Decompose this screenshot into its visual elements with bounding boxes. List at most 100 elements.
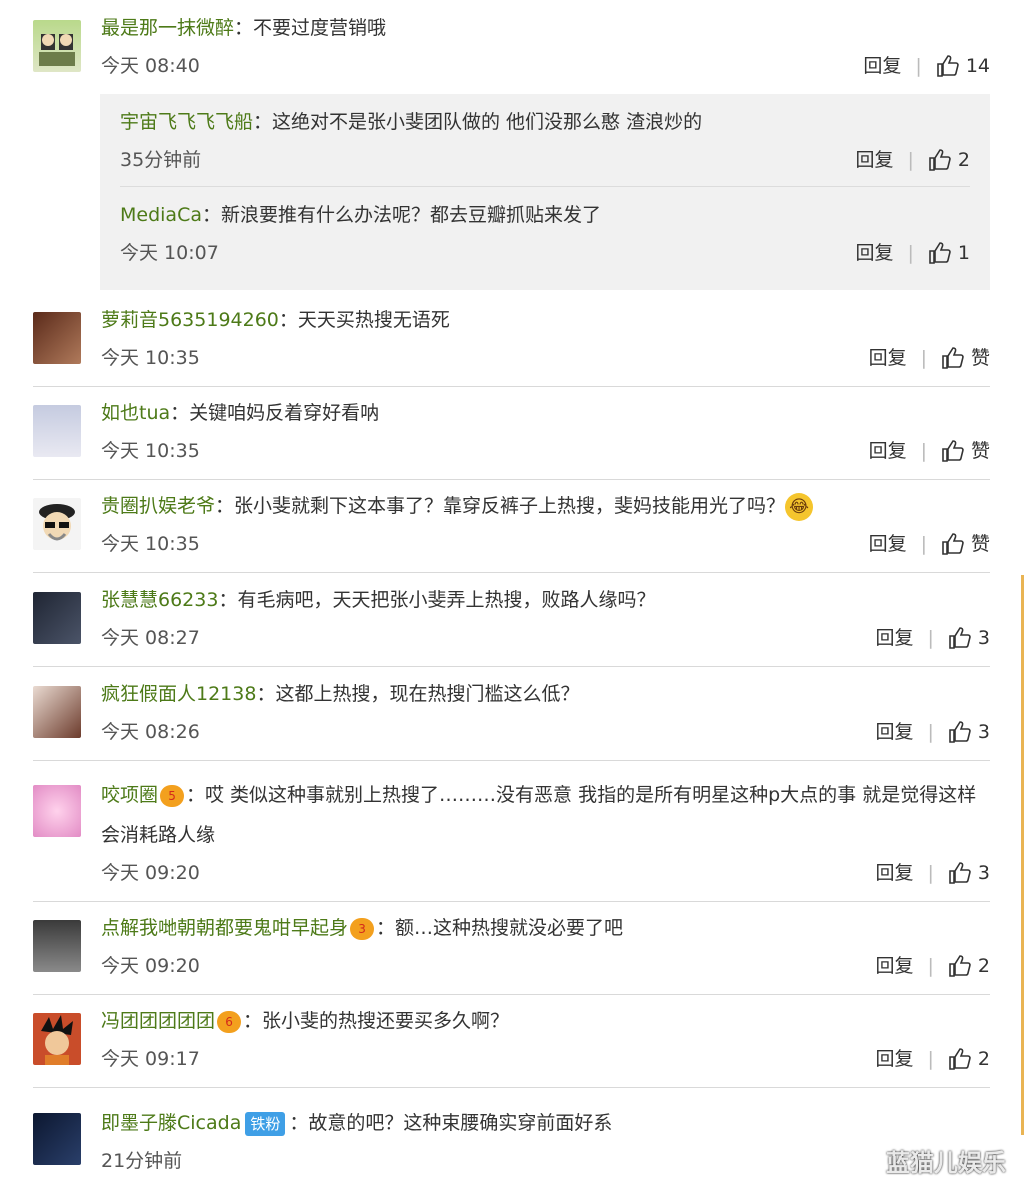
reply-button[interactable]: 回复 <box>855 142 893 178</box>
timestamp: 今天 10:35 <box>101 440 200 462</box>
comment-text: ：张小斐就剩下这本事了？靠穿反裤子上热搜，斐妈技能用光了吗？ <box>215 495 786 517</box>
reply-button[interactable]: 回复 <box>869 433 907 469</box>
thumbs-up-icon <box>942 440 964 462</box>
avatar[interactable] <box>33 686 81 738</box>
thumbs-up-icon <box>949 721 971 743</box>
divider: | <box>920 533 927 555</box>
like-button[interactable]: 1 <box>928 235 970 271</box>
timestamp: 今天 09:17 <box>101 1048 200 1070</box>
reply-item: 宇宙飞飞飞飞船：这绝对不是张小斐团队做的 他们没那么憨 渣浪炒的 35分钟前 回… <box>120 102 970 178</box>
reply-button[interactable]: 回复 <box>875 948 913 984</box>
reply-button[interactable]: 回复 <box>869 340 907 376</box>
timestamp: 今天 08:26 <box>101 721 200 743</box>
comment-item: 点解我哋朝朝都要鬼咁早起身 3 ：额…这种热搜就没必要了吧 今天 09:20 回复 |… <box>33 908 990 995</box>
timestamp: 今天 10:07 <box>120 242 219 264</box>
like-button[interactable]: 3 <box>948 714 990 750</box>
timestamp: 今天 09:20 <box>101 862 200 884</box>
user-name[interactable]: 点解我哋朝朝都要鬼咁早起身 <box>101 917 348 939</box>
comment-item: 最是那一抹微醉：不要过度营销哦 今天 08:40 回复 | 14 <box>33 8 990 93</box>
comment-text: ：额…这种热搜就没必要了吧 <box>376 917 624 939</box>
user-name[interactable]: 宇宙飞飞飞飞船 <box>120 111 253 133</box>
thumbs-up-icon <box>937 55 959 77</box>
divider: | <box>927 1048 934 1070</box>
laugh-cry-emoji-icon: 😂 <box>785 492 814 521</box>
avatar[interactable] <box>33 1113 81 1165</box>
vip-badge-icon: 5 <box>160 784 185 807</box>
thumbs-up-icon <box>949 862 971 884</box>
like-count: 2 <box>977 955 990 977</box>
avatar[interactable] <box>33 1013 81 1065</box>
comment-item: 萝莉音5635194260：天天买热搜无语死 今天 10:35 回复 | 赞 <box>33 300 990 387</box>
user-name[interactable]: 萝莉音5635194260 <box>101 309 279 331</box>
divider: | <box>920 440 927 462</box>
like-button[interactable]: 2 <box>948 1041 990 1077</box>
user-name[interactable]: 张慧慧66233 <box>101 589 218 611</box>
thumbs-up-icon <box>929 242 951 264</box>
comment-text: ：不要过度营销哦 <box>234 17 387 39</box>
divider: | <box>907 149 914 171</box>
comment-text: ：哎 类似这种事就别上热搜了………没有恶意 我指的是所有明星这种p大点的事 就是… <box>101 784 977 846</box>
comment-text: ：这都上热搜，现在热搜门槛这么低？ <box>256 683 580 705</box>
user-name[interactable]: 如也tua <box>101 402 170 424</box>
timestamp: 今天 09:20 <box>101 955 200 977</box>
thumbs-up-icon <box>942 347 964 369</box>
thumbs-up-icon <box>949 955 971 977</box>
user-name[interactable]: 最是那一抹微醉 <box>101 17 234 39</box>
reply-text: ：新浪要推有什么办法呢？都去豆瓣抓贴来发了 <box>201 204 601 226</box>
avatar[interactable] <box>33 405 81 457</box>
reply-item: MediaCa：新浪要推有什么办法呢？都去豆瓣抓贴来发了 今天 10:07 回复… <box>120 195 970 271</box>
reply-thread: 宇宙飞飞飞飞船：这绝对不是张小斐团队做的 他们没那么憨 渣浪炒的 35分钟前 回… <box>100 94 990 290</box>
timestamp: 今天 10:35 <box>101 533 200 555</box>
like-count: 1 <box>957 242 970 264</box>
like-button[interactable]: 赞 <box>941 526 990 562</box>
reply-button[interactable]: 回复 <box>875 855 913 891</box>
like-button[interactable]: 14 <box>936 48 990 84</box>
like-button[interactable]: 2 <box>928 142 970 178</box>
reply-text: ：这绝对不是张小斐团队做的 他们没那么憨 渣浪炒的 <box>253 111 703 133</box>
like-button[interactable]: 3 <box>948 855 990 891</box>
comment-list: 最是那一抹微醉：不要过度营销哦 今天 08:40 回复 | 14 宇宙飞飞飞飞船：… <box>0 0 1024 1191</box>
avatar[interactable] <box>33 498 81 550</box>
divider: | <box>927 862 934 884</box>
timestamp: 21分钟前 <box>101 1150 183 1172</box>
comment-text: ：故意的吧？这种束腰确实穿前面好系 <box>289 1112 613 1134</box>
like-count: 赞 <box>970 440 990 462</box>
reply-button[interactable]: 回复 <box>869 526 907 562</box>
user-name[interactable]: MediaCa <box>120 204 202 226</box>
avatar[interactable] <box>33 592 81 644</box>
reply-button[interactable]: 回复 <box>863 48 901 84</box>
avatar[interactable] <box>33 312 81 364</box>
thumbs-up-icon <box>949 1048 971 1070</box>
like-count: 2 <box>977 1048 990 1070</box>
comment-item: 咬项圈 5 ：哎 类似这种事就别上热搜了………没有恶意 我指的是所有明星这种p大点的… <box>33 775 990 902</box>
user-name[interactable]: 冯团团团团团 <box>101 1010 215 1032</box>
avatar[interactable] <box>33 785 81 837</box>
user-name[interactable]: 即墨子滕Cicada <box>101 1112 241 1134</box>
comment-text: ：有毛病吧，天天把张小斐弄上热搜，败路人缘吗？ <box>218 589 656 611</box>
reply-button[interactable]: 回复 <box>855 235 893 271</box>
comment-item: 如也tua：关键咱妈反着穿好看呐 今天 10:35 回复 | 赞 <box>33 393 990 480</box>
like-count: 3 <box>977 721 990 743</box>
timestamp: 今天 08:27 <box>101 627 200 649</box>
watermark: 蓝猫儿娱乐 <box>886 1149 1006 1177</box>
avatar[interactable] <box>33 920 81 972</box>
user-name[interactable]: 贵圈扒娱老爷 <box>101 495 215 517</box>
comment-item: 冯团团团团团 6 ：张小斐的热搜还要买多久啊？ 今天 09:17 回复 | 2 <box>33 1001 990 1088</box>
like-button[interactable]: 赞 <box>941 433 990 469</box>
reply-button[interactable]: 回复 <box>875 1041 913 1077</box>
user-name[interactable]: 疯狂假面人12138 <box>101 683 256 705</box>
like-button[interactable]: 2 <box>948 948 990 984</box>
vip-badge-icon: 3 <box>350 917 375 940</box>
like-button[interactable]: 赞 <box>941 340 990 376</box>
avatar[interactable] <box>33 20 81 72</box>
divider <box>120 186 970 187</box>
reply-button[interactable]: 回复 <box>875 714 913 750</box>
reply-button[interactable]: 回复 <box>875 620 913 656</box>
user-name[interactable]: 咬项圈 <box>101 784 158 806</box>
like-button[interactable]: 3 <box>948 620 990 656</box>
timestamp: 今天 10:35 <box>101 347 200 369</box>
comment-text: ：关键咱妈反着穿好看呐 <box>170 402 380 424</box>
divider: | <box>907 242 914 264</box>
comment-item: 疯狂假面人12138：这都上热搜，现在热搜门槛这么低？ 今天 08:26 回复 |… <box>33 674 990 761</box>
divider: | <box>915 55 922 77</box>
